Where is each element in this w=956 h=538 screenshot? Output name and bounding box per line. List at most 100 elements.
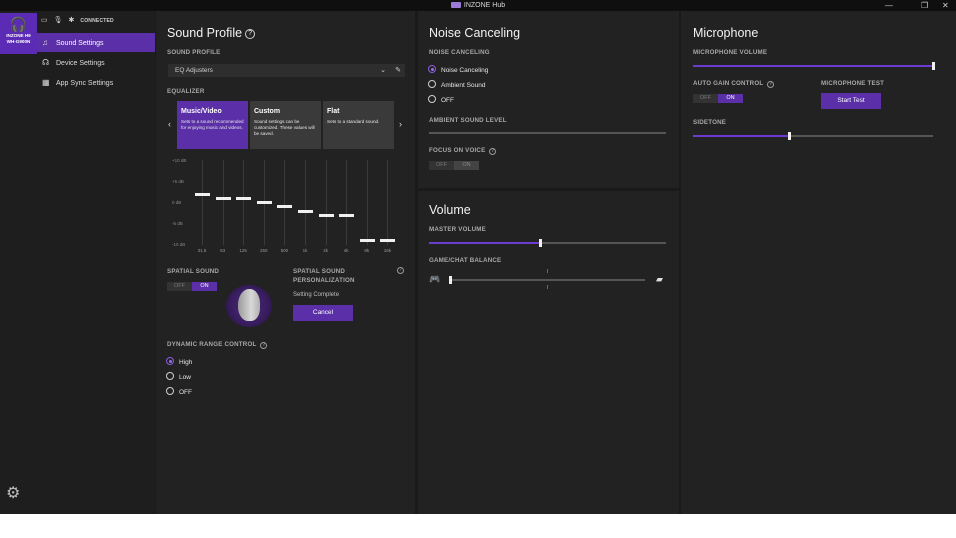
chat-bubble-icon: ▰ — [656, 274, 663, 284]
eq-band-handle[interactable] — [339, 213, 355, 217]
microphone-status-icon: 🎙 — [53, 17, 63, 24]
eq-band-handle[interactable] — [195, 192, 210, 196]
toggle-off-label: OFF — [174, 283, 185, 289]
chevron-right-icon[interactable]: › — [399, 119, 402, 129]
drc-radio-off[interactable]: OFF — [166, 387, 192, 397]
sound-profile-select[interactable]: EQ Adjusters ⌄ ✎ — [168, 64, 405, 77]
eq-db-label: 0 dB — [172, 200, 182, 205]
radio-indicator — [428, 95, 436, 103]
sidetone-slider[interactable] — [693, 135, 933, 137]
sidebar-item-label: App Sync Settings — [56, 80, 114, 87]
master-volume-thumb[interactable] — [538, 239, 542, 247]
microphone-volume-slider[interactable] — [693, 65, 933, 67]
ambient-sound-level-label: AMBIENT SOUND LEVEL — [429, 117, 507, 124]
nc-radio-noise-canceling[interactable]: Noise Canceling — [428, 65, 488, 75]
eq-band-frequency: 1k — [302, 248, 308, 253]
preset-flat[interactable]: Flat Sets to a standard sound. — [323, 101, 394, 149]
eq-band-track — [305, 160, 306, 245]
eq-band-handle[interactable] — [359, 239, 375, 243]
window-title-text: INZONE Hub — [463, 2, 506, 9]
eq-band-track — [366, 160, 368, 245]
focus-on-voice-label: FOCUS ON VOICE? — [429, 147, 497, 155]
start-test-button[interactable]: Start Test — [821, 93, 881, 109]
eq-band-track — [387, 160, 389, 245]
radio-label: OFF — [441, 97, 454, 104]
radio-indicator — [428, 80, 436, 88]
game-chat-balance-slider[interactable] — [450, 279, 645, 281]
sound-profile-title: Sound Profile? — [167, 26, 256, 40]
sidetone-thumb[interactable] — [787, 132, 791, 140]
help-icon[interactable]: ? — [260, 342, 268, 349]
cancel-button[interactable]: Cancel — [293, 305, 353, 321]
microphone-volume-label: MICROPHONE VOLUME — [693, 49, 768, 56]
connection-status: CONNECTED — [80, 18, 114, 24]
eq-band-track — [325, 160, 327, 245]
spatial-sound-toggle[interactable]: OFF ON — [167, 282, 217, 291]
device-tile[interactable]: 🎧 INZONE H9 WH-G900N — [0, 13, 37, 54]
gear-icon[interactable]: ⚙ — [6, 483, 20, 503]
master-volume-label: MASTER VOLUME — [429, 226, 486, 233]
help-icon[interactable]: ? — [397, 267, 404, 274]
microphone-test-label: MICROPHONE TEST — [821, 80, 885, 87]
eq-band-handle[interactable] — [318, 213, 334, 217]
preset-desc: Sets to a standard sound. — [327, 119, 380, 124]
eq-db-label: -5 dB — [172, 221, 183, 226]
grid-icon: ▦ — [42, 78, 50, 87]
close-button[interactable]: ✕ — [942, 0, 949, 11]
sidebar-item-device-settings[interactable]: ☊ Device Settings — [37, 53, 155, 72]
sidebar-item-sound-settings[interactable]: ♫ Sound Settings — [37, 33, 155, 52]
drc-radio-low[interactable]: Low — [166, 372, 191, 382]
nc-radio-ambient-sound[interactable]: Ambient Sound — [428, 80, 485, 90]
master-volume-fill — [429, 242, 541, 244]
drc-label-text: DYNAMIC RANGE CONTROL — [167, 341, 257, 348]
eq-band-handle[interactable] — [298, 209, 313, 213]
sidetone-label: SIDETONE — [693, 119, 727, 126]
drc-label: DYNAMIC RANGE CONTROL? — [167, 341, 268, 349]
bluetooth-icon: ✱ — [68, 17, 75, 24]
help-icon[interactable]: ? — [489, 148, 497, 155]
eq-band-frequency: 63 — [220, 248, 226, 253]
sidebar-item-app-sync-settings[interactable]: ▦ App Sync Settings — [37, 73, 155, 92]
preset-desc: Sound settings can be customized. These … — [254, 119, 315, 136]
title-bar: INZONE Hub — ❐ ✕ — [0, 0, 956, 11]
microphone-volume-thumb[interactable] — [931, 62, 935, 70]
help-icon[interactable]: ? — [767, 81, 775, 88]
radio-indicator — [166, 357, 174, 365]
eq-db-label: +10 dB — [172, 158, 187, 163]
sidebar: 🎧 INZONE H9 WH-G900N ▭ 🎙 ✱ CONNECTED ♫ Sound… — [0, 11, 155, 514]
preset-custom[interactable]: Custom Sound settings can be customized.… — [250, 101, 321, 149]
preset-desc: Sets to a sound recommended for enjoying… — [181, 119, 244, 130]
eq-band-handle[interactable] — [256, 201, 272, 204]
maximize-button[interactable]: ❐ — [921, 0, 928, 11]
sound-profile-value: EQ Adjusters — [175, 67, 213, 74]
head-silhouette — [238, 289, 260, 321]
music-note-icon: ♫ — [42, 38, 48, 47]
help-icon[interactable]: ? — [245, 29, 256, 39]
chevron-left-icon[interactable]: ‹ — [168, 119, 171, 129]
eq-band-handle[interactable] — [215, 196, 231, 200]
balance-center-tick — [547, 285, 548, 289]
focus-on-voice-toggle[interactable]: OFF ON — [429, 161, 479, 170]
edit-icon[interactable]: ✎ — [395, 64, 401, 77]
toggle-on-label: ON — [718, 94, 743, 103]
nc-radio-off[interactable]: OFF — [428, 95, 454, 105]
minimize-button[interactable]: — — [885, 0, 893, 11]
eq-band-handle[interactable] — [380, 239, 396, 243]
spatial-sound-label: SPATIAL SOUND — [167, 268, 220, 275]
master-volume-slider[interactable] — [429, 242, 666, 244]
eq-band-handle[interactable] — [236, 196, 252, 200]
eq-band-handle[interactable] — [277, 205, 293, 209]
radio-label: High — [179, 359, 193, 366]
device-name-line2: WH-G900N — [6, 39, 31, 44]
radio-label: Noise Canceling — [441, 67, 489, 74]
game-chat-balance-thumb[interactable] — [448, 276, 452, 284]
auto-gain-control-toggle[interactable]: OFF ON — [693, 94, 743, 103]
headphones-icon: 🎧 — [9, 16, 28, 32]
gamepad-icon: 🎮 — [429, 274, 441, 284]
radio-indicator — [166, 372, 174, 380]
radio-label: OFF — [179, 389, 192, 396]
preset-music-video[interactable]: Music/Video Sets to a sound recommended … — [177, 101, 248, 149]
ambient-sound-level-slider[interactable] — [429, 132, 666, 134]
game-chat-balance-label: GAME/CHAT BALANCE — [429, 257, 502, 264]
drc-radio-high[interactable]: High — [166, 357, 192, 367]
